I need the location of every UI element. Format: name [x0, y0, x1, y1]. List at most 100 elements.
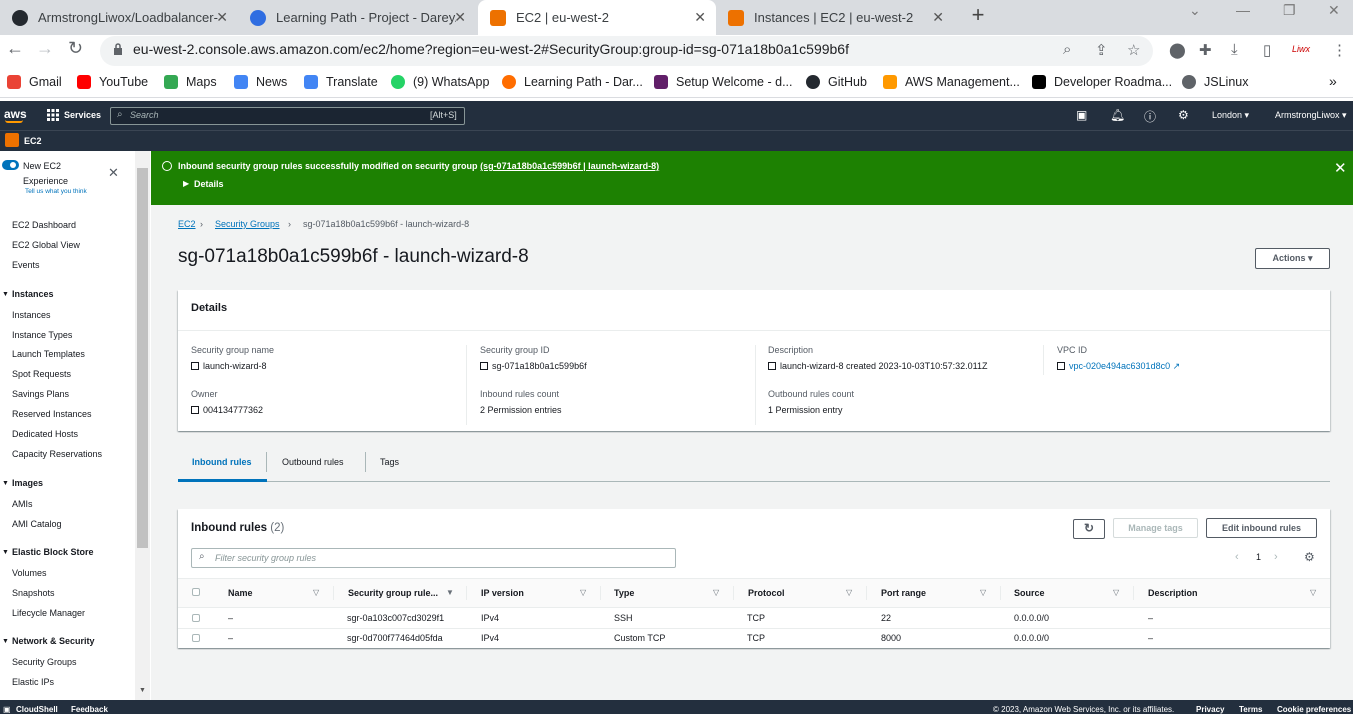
- url-text[interactable]: eu-west-2.console.aws.amazon.com/ec2/hom…: [133, 41, 849, 57]
- tab-inbound-rules[interactable]: Inbound rules: [192, 457, 252, 467]
- page-number[interactable]: 1: [1256, 552, 1261, 562]
- prev-page-icon[interactable]: ‹: [1235, 551, 1239, 563]
- bookmark-aws[interactable]: AWS Management...: [883, 75, 1020, 89]
- sidebar-item-ami-catalog[interactable]: AMI Catalog: [12, 519, 62, 529]
- services-grid-icon[interactable]: [47, 109, 59, 121]
- sidebar-section-instances[interactable]: Instances: [12, 289, 54, 299]
- bookmark-developer-roadmap[interactable]: Developer Roadma...: [1032, 75, 1172, 89]
- sort-icon[interactable]: ▼: [446, 588, 454, 597]
- settings-gear-icon[interactable]: ⚙: [1178, 108, 1189, 122]
- bookmark-learning-path[interactable]: Learning Path - Dar...: [502, 75, 643, 89]
- cloudshell-icon[interactable]: ▣: [1076, 108, 1087, 122]
- manage-tags-button[interactable]: Manage tags: [1113, 518, 1198, 538]
- caret-down-icon[interactable]: ▼: [2, 549, 9, 556]
- sort-icon[interactable]: ▽: [1310, 588, 1316, 597]
- reload-icon[interactable]: ↻: [68, 38, 83, 59]
- close-tab-icon[interactable]: ✕: [216, 9, 228, 26]
- copy-icon[interactable]: [191, 362, 199, 370]
- help-icon[interactable]: ⓘ: [1144, 108, 1156, 125]
- chevron-down-icon[interactable]: ⌄: [1189, 2, 1201, 19]
- download-icon[interactable]: ⤓: [1231, 41, 1238, 58]
- sidebar-item-instance-types[interactable]: Instance Types: [12, 330, 72, 340]
- sidebar-item-security-groups[interactable]: Security Groups: [12, 657, 77, 667]
- ec2-service-label[interactable]: EC2: [24, 136, 42, 146]
- close-tab-icon[interactable]: ✕: [932, 9, 944, 26]
- column-source[interactable]: Source: [1014, 588, 1045, 598]
- account-menu[interactable]: ArmstrongLiwox ▾: [1275, 110, 1347, 121]
- back-arrow-icon[interactable]: ←: [6, 38, 24, 59]
- copy-icon[interactable]: [480, 362, 488, 370]
- profile-avatar-icon[interactable]: Liwx: [1292, 44, 1310, 54]
- sort-icon[interactable]: ▽: [980, 588, 986, 597]
- close-icon[interactable]: ✕: [108, 165, 119, 181]
- minimize-icon[interactable]: —: [1236, 2, 1250, 18]
- refresh-button[interactable]: ↻: [1073, 519, 1105, 539]
- caret-down-icon[interactable]: ▼: [2, 480, 9, 487]
- puzzle-icon[interactable]: ✚: [1199, 41, 1212, 59]
- browser-tab[interactable]: Instances | EC2 | eu-west-2 ✕: [716, 0, 954, 35]
- bookmark-whatsapp[interactable]: (9) WhatsApp: [391, 75, 489, 89]
- sort-icon[interactable]: ▽: [580, 588, 586, 597]
- sidebar-item-launch-templates[interactable]: Launch Templates: [12, 349, 85, 359]
- select-all-checkbox[interactable]: [192, 588, 200, 596]
- aws-logo[interactable]: aws: [4, 107, 27, 121]
- copy-icon[interactable]: [1057, 362, 1065, 370]
- copy-icon[interactable]: [768, 362, 776, 370]
- actions-dropdown-button[interactable]: Actions ▾: [1255, 248, 1330, 269]
- cell-rule-id[interactable]: sgr-0d700f77464d05fda: [347, 633, 443, 643]
- sidepanel-icon[interactable]: ▯: [1263, 41, 1271, 59]
- sort-icon[interactable]: ▽: [313, 588, 319, 597]
- sidebar-scrollbar-thumb[interactable]: [137, 168, 148, 548]
- privacy-link[interactable]: Privacy: [1196, 705, 1224, 714]
- search-input[interactable]: [110, 107, 465, 125]
- sidebar-item-instances[interactable]: Instances: [12, 310, 51, 320]
- menu-dots-icon[interactable]: ⋮: [1332, 41, 1347, 59]
- sidebar-section-elastic-block-store[interactable]: Elastic Block Store: [12, 547, 94, 557]
- terms-link[interactable]: Terms: [1239, 705, 1262, 714]
- browser-tab-active[interactable]: EC2 | eu-west-2 ✕: [478, 0, 716, 35]
- bookmark-maps[interactable]: Maps: [164, 75, 217, 89]
- bookmark-setup-welcome[interactable]: Setup Welcome - d...: [654, 75, 793, 89]
- sidebar-item-reserved-instances[interactable]: Reserved Instances: [12, 409, 92, 419]
- sidebar-item-lifecycle-manager[interactable]: Lifecycle Manager: [12, 608, 85, 618]
- zoom-icon[interactable]: ⌕: [1063, 41, 1071, 58]
- extension-icon[interactable]: ⬤: [1169, 41, 1186, 59]
- sidebar-item-events[interactable]: Events: [12, 260, 40, 270]
- restore-icon[interactable]: ❐: [1283, 2, 1296, 19]
- tab-outbound-rules[interactable]: Outbound rules: [282, 457, 344, 467]
- sort-icon[interactable]: ▽: [1113, 588, 1119, 597]
- sort-icon[interactable]: ▽: [846, 588, 852, 597]
- row-checkbox[interactable]: [192, 614, 200, 622]
- column-protocol[interactable]: Protocol: [748, 588, 785, 598]
- sidebar-item-ec2-dashboard[interactable]: EC2 Dashboard: [12, 220, 76, 230]
- column-security-group-rule-id[interactable]: Security group rule...: [348, 588, 438, 598]
- close-tab-icon[interactable]: ✕: [694, 9, 706, 26]
- sidebar-item-ec2-global-view[interactable]: EC2 Global View: [12, 240, 80, 250]
- column-type[interactable]: Type: [614, 588, 634, 598]
- caret-down-icon[interactable]: ▼: [2, 291, 9, 298]
- expand-caret-icon[interactable]: ▶: [183, 179, 189, 188]
- sidebar-item-elastic-ips[interactable]: Elastic IPs: [12, 677, 54, 687]
- feedback-link[interactable]: Tell us what you think: [25, 188, 87, 195]
- sidebar-item-spot-requests[interactable]: Spot Requests: [12, 369, 71, 379]
- column-port-range[interactable]: Port range: [881, 588, 926, 598]
- scroll-down-icon[interactable]: ▼: [139, 687, 146, 694]
- sidebar-item-volumes[interactable]: Volumes: [12, 568, 47, 578]
- share-icon[interactable]: ⇪: [1095, 41, 1108, 59]
- breadcrumb-ec2[interactable]: EC2: [178, 219, 196, 229]
- edit-inbound-rules-button[interactable]: Edit inbound rules: [1206, 518, 1317, 538]
- sidebar-item-capacity-reservations[interactable]: Capacity Reservations: [12, 449, 102, 459]
- tab-tags[interactable]: Tags: [380, 457, 399, 467]
- breadcrumb-security-groups[interactable]: Security Groups: [215, 219, 280, 229]
- region-selector[interactable]: London ▾: [1212, 110, 1249, 121]
- cloudshell-button[interactable]: CloudShell: [16, 705, 58, 714]
- next-page-icon[interactable]: ›: [1274, 551, 1278, 563]
- vpc-id-link[interactable]: vpc-020e494ac6301d8c0 ↗: [1057, 361, 1180, 372]
- services-button[interactable]: Services: [64, 110, 101, 120]
- cookie-preferences-link[interactable]: Cookie preferences: [1277, 705, 1351, 714]
- close-window-icon[interactable]: ✕: [1328, 2, 1340, 19]
- sort-icon[interactable]: ▽: [713, 588, 719, 597]
- bookmarks-overflow-button[interactable]: »: [1329, 73, 1337, 89]
- column-description[interactable]: Description: [1148, 588, 1198, 598]
- browser-tab[interactable]: Learning Path - Project - Darey.i ✕: [238, 0, 476, 35]
